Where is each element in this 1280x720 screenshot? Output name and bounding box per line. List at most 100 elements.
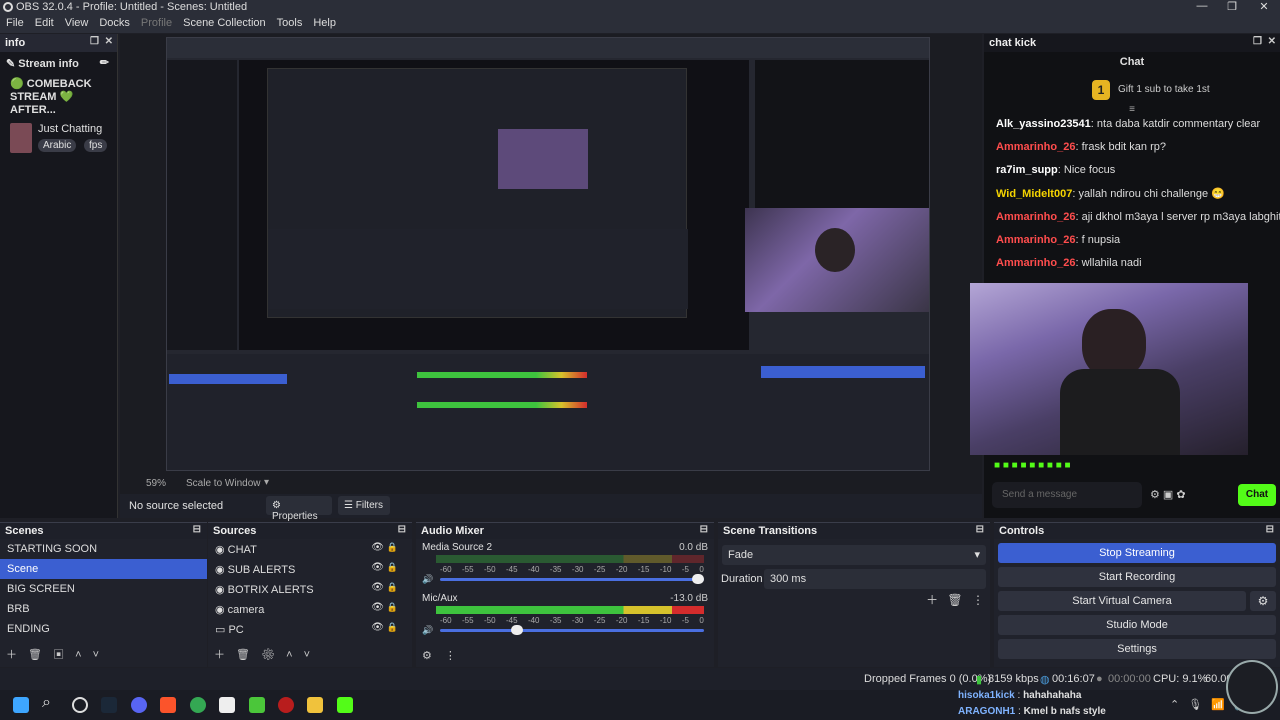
visibility-icon[interactable]: 👁 xyxy=(371,622,384,633)
chat-username[interactable]: ra7im_supp xyxy=(996,164,1058,176)
settings-button[interactable]: Settings xyxy=(998,639,1276,659)
pin-icon[interactable]: ≡ xyxy=(984,104,1280,118)
close-icon[interactable]: ✕ xyxy=(1268,36,1276,47)
start-virtual-camera-button[interactable]: Start Virtual Camera xyxy=(998,591,1246,611)
maximize-button[interactable]: ❐ xyxy=(1218,0,1246,13)
lock-icon[interactable]: 🔒 xyxy=(387,542,398,553)
scene-item[interactable]: ENDING xyxy=(0,619,207,639)
sources-header: Sources ⊟ xyxy=(208,523,412,539)
app-red-icon[interactable] xyxy=(278,697,294,713)
chat-message: Alk_yassino23541: nta daba katdir commen… xyxy=(996,118,1280,130)
lock-icon[interactable]: 🔒 xyxy=(387,602,398,613)
steam-icon[interactable] xyxy=(101,697,117,713)
notepad-icon[interactable] xyxy=(219,697,235,713)
scene-item[interactable]: STARTING SOON xyxy=(0,539,207,559)
duration-input[interactable]: 300 ms xyxy=(764,569,986,589)
mixer-toolbar[interactable]: ⚙ ⋮ xyxy=(422,649,456,662)
visibility-icon[interactable]: 👁 xyxy=(371,542,384,553)
scene-toolbar[interactable]: ＋ 🗑 ▣ ˄ ˅ xyxy=(6,646,99,662)
mixer-channel: Media Source 2 0.0 dB -60 -55 -50 -45 -40 -35 -3… xyxy=(422,542,708,590)
minimize-button[interactable]: — xyxy=(1188,0,1216,12)
undock-icon[interactable]: ❐ xyxy=(1253,36,1262,47)
preview-canvas[interactable] xyxy=(166,37,930,471)
chat-tool-icons[interactable]: ⚙ ▣ ✿ xyxy=(1150,488,1186,501)
gear-icon[interactable]: ⚙ xyxy=(1250,591,1276,611)
nested-person xyxy=(815,228,855,272)
menu-help[interactable]: Help xyxy=(307,14,341,29)
filters-button[interactable]: ☰ Filters xyxy=(338,496,390,515)
source-item[interactable]: ◉ CHAT 👁 🔒 xyxy=(208,539,412,559)
transition-select[interactable]: Fade ▾ xyxy=(722,545,986,565)
preview-area[interactable]: 59% Scale to Window ▾ No source selected… xyxy=(120,34,1248,522)
emote-icons[interactable]: ■ ■ ■ ■ ■ ■ ■ ■ ■ xyxy=(994,460,1071,471)
scene-item[interactable]: BIG SCREEN xyxy=(0,579,207,599)
dock-menu-icon[interactable]: ⊟ xyxy=(976,524,984,535)
speaker-icon[interactable]: 🔊 xyxy=(422,625,433,636)
scene-item[interactable]: BRB xyxy=(0,599,207,619)
chat-username[interactable]: Ammarinho_26 xyxy=(996,234,1075,246)
properties-button[interactable]: ⚙ Properties xyxy=(266,496,332,522)
chat-username[interactable]: Alk_yassino23541 xyxy=(996,118,1091,130)
chat-username[interactable]: Wid_Midelt007 xyxy=(996,188,1072,200)
close-icon[interactable]: ✕ xyxy=(105,36,113,47)
chat-send-button[interactable]: Chat xyxy=(1238,484,1276,506)
lock-icon[interactable]: 🔒 xyxy=(387,582,398,593)
dock-menu-icon[interactable]: ⊟ xyxy=(398,524,406,535)
overlay-msg-1: hahahahaha xyxy=(1023,690,1082,701)
dock-menu-icon[interactable]: ⊟ xyxy=(700,524,708,535)
chat-input[interactable]: Send a message xyxy=(992,482,1142,508)
studio-mode-button[interactable]: Studio Mode xyxy=(998,615,1276,635)
visibility-icon[interactable]: 👁 xyxy=(371,562,384,573)
chat-username[interactable]: Ammarinho_26 xyxy=(996,211,1075,223)
chrome-icon[interactable] xyxy=(190,697,206,713)
app-green-icon[interactable] xyxy=(249,697,265,713)
undock-icon[interactable]: ❐ xyxy=(90,36,99,47)
visibility-icon[interactable]: 👁 xyxy=(371,602,384,613)
stop-streaming-button[interactable]: Stop Streaming xyxy=(998,543,1276,563)
menu-profile[interactable]: Profile xyxy=(135,14,177,29)
scale-mode[interactable]: Scale to Window xyxy=(186,478,260,489)
kick-icon[interactable] xyxy=(337,697,353,713)
menu-tools[interactable]: Tools xyxy=(271,14,308,29)
source-item[interactable]: ◉ BOTRIX ALERTS 👁 🔒 xyxy=(208,579,412,599)
source-item[interactable]: ◉ camera 👁 🔒 xyxy=(208,599,412,619)
lock-icon[interactable]: 🔒 xyxy=(387,562,398,573)
transition-toolbar[interactable]: ＋ 🗑 ⋮ xyxy=(926,591,984,608)
file-explorer-icon[interactable] xyxy=(307,697,323,713)
source-toolbar[interactable]: ＋ 🗑 ⚙ ˄ ˅ xyxy=(214,646,310,662)
lock-icon[interactable]: 🔒 xyxy=(387,622,398,633)
menu-docks[interactable]: Docks xyxy=(93,14,135,29)
source-item[interactable]: ▭ PC 👁 🔒 xyxy=(208,619,412,639)
menu-scene-collection[interactable]: Scene Collection xyxy=(177,14,271,29)
visibility-icon[interactable]: 👁 xyxy=(371,582,384,593)
volume-slider-handle[interactable] xyxy=(510,625,523,635)
zoom-level[interactable]: 59% xyxy=(146,478,166,489)
menu-view[interactable]: View xyxy=(59,14,94,29)
search-icon[interactable]: ⌕ xyxy=(42,694,51,712)
brave-icon[interactable] xyxy=(160,697,176,713)
start-recording-button[interactable]: Start Recording xyxy=(998,567,1276,587)
status-bar: Dropped Frames 0 (0.0%) ▮ 8159 kbps ◍ 00… xyxy=(0,668,1280,690)
windows-start-icon[interactable] xyxy=(13,697,29,713)
sources-title: Sources xyxy=(213,525,257,537)
discord-icon[interactable] xyxy=(131,697,147,713)
chat-username[interactable]: Ammarinho_26 xyxy=(996,257,1075,269)
speaker-icon[interactable]: 🔊 xyxy=(422,574,433,585)
chevron-down-icon[interactable]: ▾ xyxy=(264,477,269,488)
dock-menu-icon[interactable]: ⊟ xyxy=(193,524,201,535)
menu-bar: File Edit View Docks Profile Scene Collection… xyxy=(0,14,1280,33)
chat-username[interactable]: Ammarinho_26 xyxy=(996,141,1075,153)
close-button[interactable]: ✕ xyxy=(1250,0,1278,13)
menu-file[interactable]: File xyxy=(0,14,29,29)
menu-edit[interactable]: Edit xyxy=(29,14,59,29)
scene-item[interactable]: Scene xyxy=(0,559,207,579)
volume-slider[interactable] xyxy=(440,574,704,584)
obs-app-icon[interactable] xyxy=(72,697,88,713)
gift-banner[interactable]: 1 Gift 1 sub to take 1st xyxy=(994,78,1270,104)
transition-selected: Fade xyxy=(728,549,754,561)
source-item[interactable]: ◉ SUB ALERTS 👁 🔒 xyxy=(208,559,412,579)
edit-icon[interactable]: ✏ xyxy=(100,56,109,69)
volume-slider-handle[interactable] xyxy=(692,574,704,584)
volume-slider[interactable] xyxy=(440,625,704,635)
dock-menu-icon[interactable]: ⊟ xyxy=(1266,524,1274,535)
